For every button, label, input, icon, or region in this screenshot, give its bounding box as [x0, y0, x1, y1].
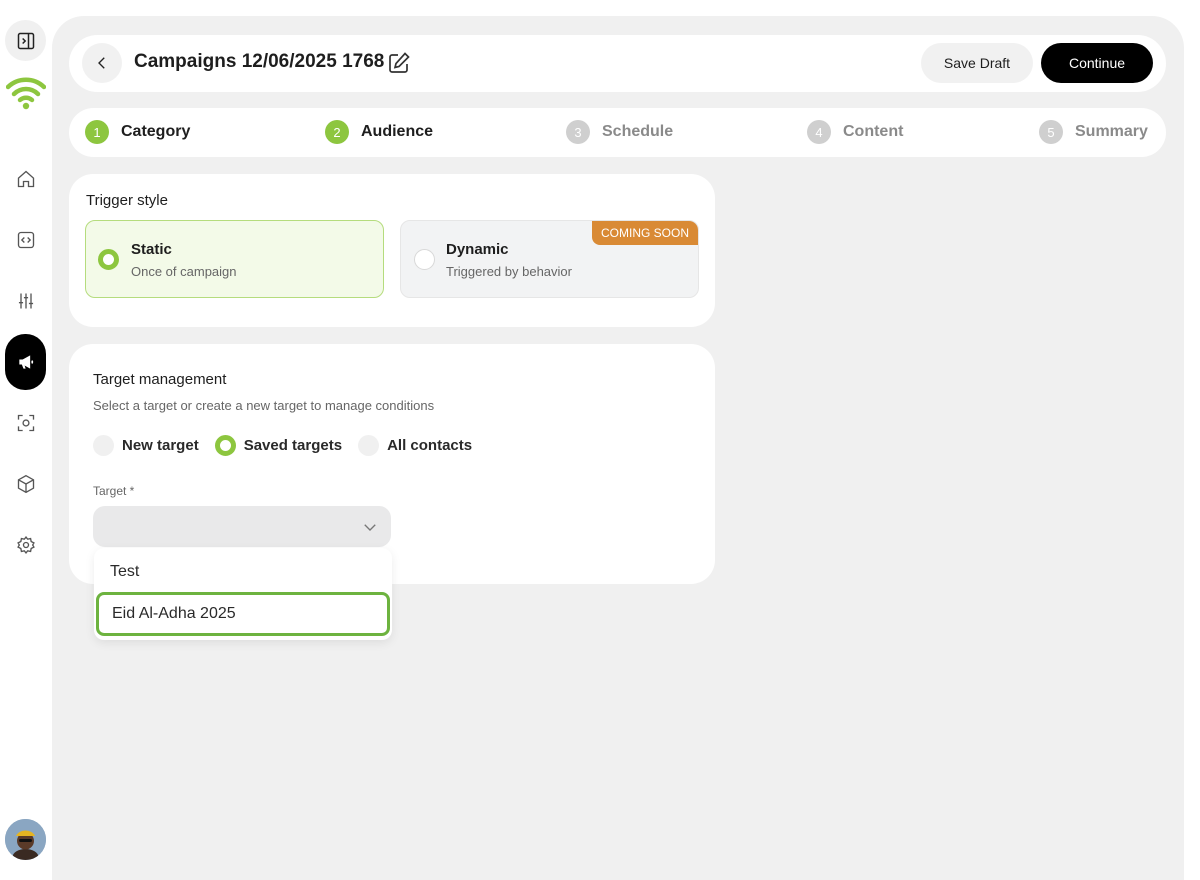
radio-new-target[interactable]: New target [93, 435, 199, 456]
target-select[interactable] [93, 506, 391, 547]
home-icon [17, 170, 34, 187]
panel-toggle-button[interactable] [5, 20, 46, 61]
sliders-icon [18, 293, 33, 308]
step-content[interactable]: 4 Content [807, 120, 903, 144]
gear-icon [16, 535, 35, 554]
trigger-style-title: Trigger style [86, 192, 168, 209]
step-label: Schedule [602, 123, 674, 140]
dynamic-radio[interactable] [414, 249, 435, 270]
pencil-edit-icon [389, 52, 410, 73]
dropdown-option-test[interactable]: Test [94, 550, 392, 594]
stepper: 1 Category 2 Audience 3 Schedule 4 Conte… [69, 108, 1166, 157]
step-category[interactable]: 1 Category [85, 120, 190, 144]
back-button[interactable] [82, 43, 122, 83]
main-canvas: Campaigns 12/06/2025 1768 Save Draft Con… [52, 16, 1184, 880]
target-dropdown-menu: Test Eid Al-Adha 2025 [94, 548, 392, 640]
static-radio[interactable] [98, 249, 119, 270]
page-title: Campaigns 12/06/2025 1768 [134, 51, 385, 72]
option-title: Dynamic [446, 241, 509, 258]
option-subtitle: Triggered by behavior [446, 264, 572, 279]
edit-title-button[interactable] [387, 51, 411, 75]
step-label: Category [121, 123, 191, 140]
coming-soon-badge: COMING SOON [591, 221, 698, 245]
step-label: Content [843, 123, 904, 140]
step-schedule[interactable]: 3 Schedule [566, 120, 673, 144]
radio-circle[interactable] [93, 435, 114, 456]
radio-label: Saved targets [243, 437, 343, 454]
save-draft-button[interactable]: Save Draft [921, 43, 1033, 83]
radio-circle[interactable] [358, 435, 380, 456]
nav-sliders[interactable] [5, 280, 46, 321]
scan-icon [17, 414, 34, 431]
radio-circle[interactable] [214, 435, 236, 456]
nav-products[interactable] [5, 463, 46, 504]
step-number: 1 [85, 120, 109, 144]
page-header: Campaigns 12/06/2025 1768 Save Draft Con… [69, 35, 1166, 92]
radio-label: New target [122, 437, 199, 454]
chevron-left-icon [98, 57, 105, 69]
step-number: 3 [566, 120, 590, 144]
brand-logo[interactable] [5, 72, 46, 113]
nav-code[interactable] [5, 219, 46, 260]
radio-saved-targets[interactable]: Saved targets [214, 435, 343, 456]
cube-icon [17, 474, 34, 493]
option-subtitle: Once of campaign [131, 264, 237, 279]
target-type-radios: New target Saved targets All contacts [93, 435, 488, 456]
step-label: Summary [1075, 123, 1148, 140]
continue-button[interactable]: Continue [1041, 43, 1153, 83]
radio-all-contacts[interactable]: All contacts [358, 435, 472, 456]
dropdown-option-eid-al-adha[interactable]: Eid Al-Adha 2025 [96, 592, 390, 636]
step-summary[interactable]: 5 Summary [1039, 120, 1148, 144]
target-management-title: Target management [93, 371, 227, 388]
nav-scan[interactable] [5, 402, 46, 443]
user-avatar[interactable] [5, 819, 46, 860]
chevron-down-icon [364, 524, 376, 531]
code-icon [17, 231, 34, 248]
trigger-option-static[interactable]: Static Once of campaign [85, 220, 384, 298]
target-management-subtitle: Select a target or create a new target t… [93, 398, 435, 413]
step-audience[interactable]: 2 Audience [325, 120, 433, 144]
sidebar [0, 0, 52, 880]
trigger-option-dynamic[interactable]: Dynamic Triggered by behavior COMING SOO… [400, 220, 699, 298]
step-number: 5 [1039, 120, 1063, 144]
megaphone-icon [18, 355, 33, 369]
radio-label: All contacts [387, 437, 473, 454]
target-field-label: Target * [93, 484, 135, 498]
panel-toggle-icon [17, 32, 34, 49]
avatar-icon [5, 819, 46, 860]
nav-campaigns[interactable] [5, 334, 46, 390]
step-number: 2 [325, 120, 349, 144]
nav-settings[interactable] [5, 524, 46, 565]
step-number: 4 [807, 120, 831, 144]
wifi-logo-icon [5, 77, 46, 109]
step-label: Audience [361, 123, 434, 140]
trigger-style-card: Trigger style Static Once of campaign Dy… [69, 174, 715, 327]
nav-home[interactable] [5, 158, 46, 199]
option-title: Static [131, 241, 172, 258]
